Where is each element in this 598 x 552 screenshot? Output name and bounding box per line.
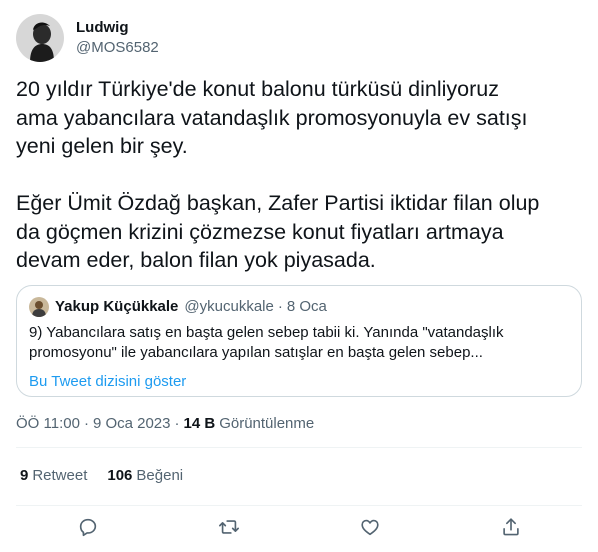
tweet-text: 20 yıldır Türkiye'de konut balonu türküs… <box>16 77 540 272</box>
retweets-count: 9 <box>20 467 29 484</box>
retweets-stat[interactable]: 9 Retweet <box>20 466 87 486</box>
likes-stat[interactable]: 106 Beğeni <box>107 466 183 486</box>
quoted-author-handle: @ykucukkale <box>184 298 274 315</box>
author-display-name[interactable]: Ludwig <box>76 18 159 38</box>
quoted-separator-dot: · <box>277 298 283 315</box>
reply-icon <box>79 518 97 537</box>
quoted-tweet[interactable]: Yakup Küçükkale @ykucukkale · 8 Oca 9) Y… <box>16 285 582 397</box>
views-count: 14 B <box>183 415 216 432</box>
reply-button[interactable] <box>76 515 100 539</box>
views-label: Görüntülenme <box>219 415 315 432</box>
tweet-meta: ÖÖ 11:00 · 9 Oca 2023 · 14 B Görüntülenm… <box>16 414 314 434</box>
retweet-button[interactable] <box>217 515 241 539</box>
share-button[interactable] <box>499 515 523 539</box>
likes-count: 106 <box>107 467 133 484</box>
retweets-label: Retweet <box>32 467 88 484</box>
tweet-time[interactable]: ÖÖ 11:00 <box>16 414 80 434</box>
divider <box>16 447 582 448</box>
meta-separator-dot: · <box>83 415 89 432</box>
like-icon <box>361 519 379 536</box>
quoted-tweet-text: 9) Yabancılara satış en başta gelen sebe… <box>29 324 504 361</box>
author-names: Ludwig @MOS6582 <box>76 18 159 58</box>
author-handle[interactable]: @MOS6582 <box>76 38 159 58</box>
quoted-author-name: Yakup Küçükkale <box>55 298 179 315</box>
like-button[interactable] <box>358 515 382 539</box>
quoted-tweet-header: Yakup Küçükkale @ykucukkale · 8 Oca <box>29 297 569 317</box>
meta-separator-dot: · <box>174 415 180 432</box>
quoted-date: 8 Oca <box>286 298 327 315</box>
quoted-author-avatar <box>29 297 49 317</box>
share-icon <box>503 518 519 536</box>
tweet-date[interactable]: 9 Oca 2023 <box>93 414 171 434</box>
show-thread-link[interactable]: Bu Tweet dizisini göster <box>29 372 569 392</box>
tweet-stats: 9 Retweet 106 Beğeni <box>20 466 203 486</box>
author-avatar[interactable] <box>16 14 64 62</box>
likes-label: Beğeni <box>136 467 184 484</box>
retweet-icon <box>219 520 239 534</box>
tweet-header: Ludwig @MOS6582 <box>16 10 159 66</box>
action-bar <box>16 512 582 542</box>
divider <box>16 505 582 506</box>
